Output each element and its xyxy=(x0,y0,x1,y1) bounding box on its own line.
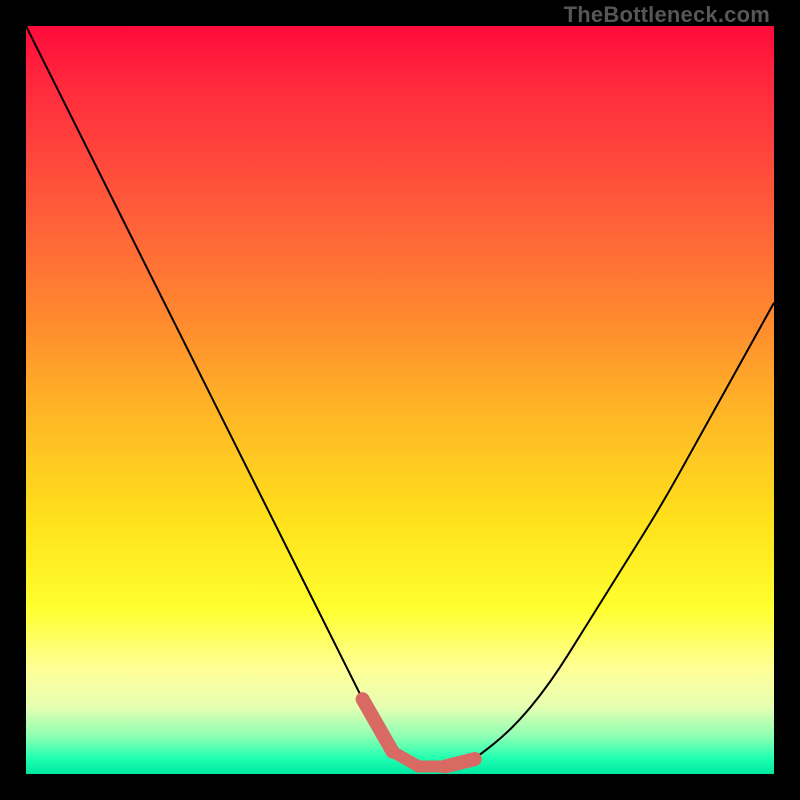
chart-frame: TheBottleneck.com xyxy=(0,0,800,800)
curve-svg xyxy=(26,26,774,774)
trough-highlight-flat xyxy=(393,752,445,767)
plot-area xyxy=(26,26,774,774)
bottleneck-curve xyxy=(26,26,774,767)
trough-highlight-left xyxy=(363,699,393,751)
trough-highlight-right xyxy=(445,759,475,766)
watermark-text: TheBottleneck.com xyxy=(564,2,770,28)
